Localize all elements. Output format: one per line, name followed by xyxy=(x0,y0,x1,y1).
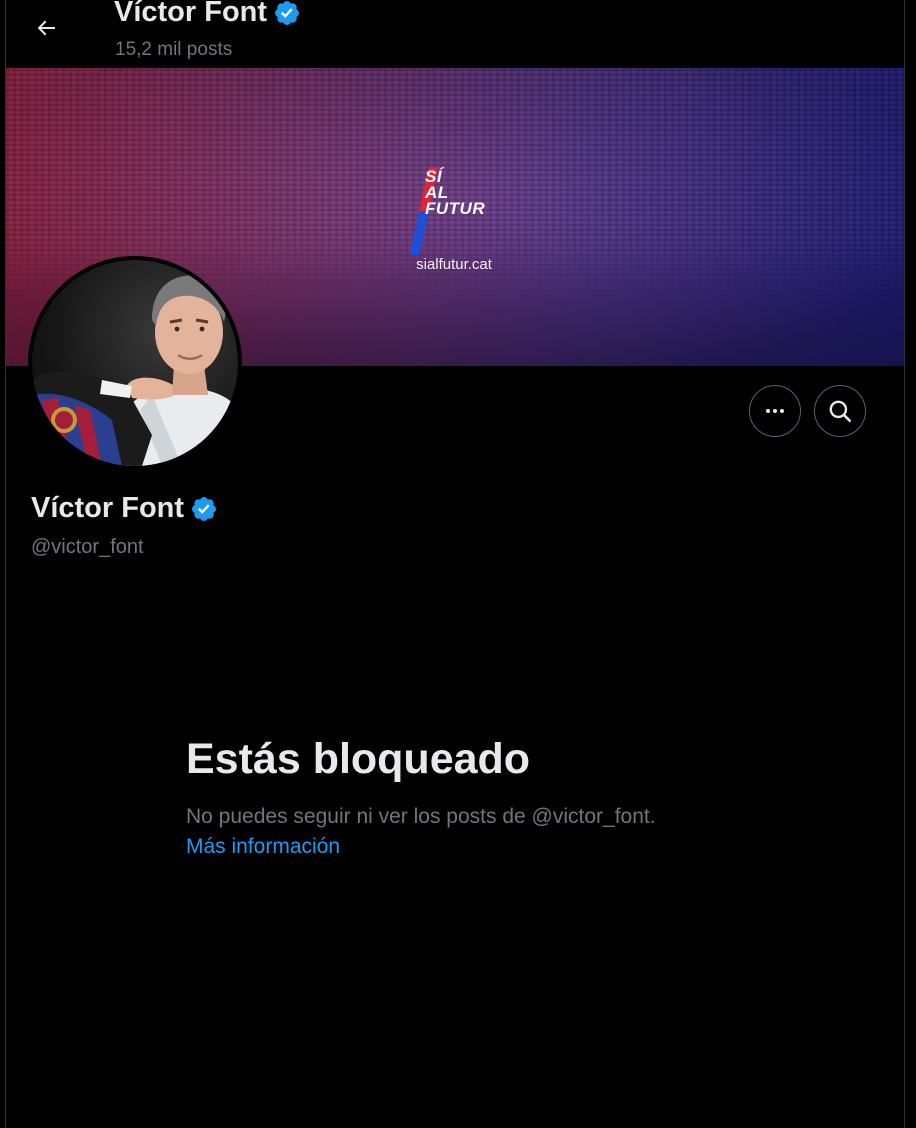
header-name-row: Víctor Font xyxy=(114,0,301,29)
profile-page: Víctor Font 15,2 mil posts SÍ AL FUTUR s… xyxy=(5,0,905,1128)
verified-badge-icon xyxy=(275,0,300,25)
header-name: Víctor Font xyxy=(114,0,268,28)
more-options-button[interactable] xyxy=(749,385,801,437)
profile-handle: @victor_font xyxy=(31,536,144,558)
search-profile-button[interactable] xyxy=(814,385,866,437)
logo-text: SÍ AL FUTUR xyxy=(425,167,486,218)
back-button[interactable] xyxy=(26,8,66,48)
search-icon xyxy=(829,400,852,423)
avatar-portrait-illustration xyxy=(32,275,238,466)
posts-count: 15,2 mil posts xyxy=(115,39,233,60)
more-info-link[interactable]: Más información xyxy=(186,835,340,859)
profile-name-row: Víctor Font xyxy=(31,492,218,525)
avatar[interactable] xyxy=(28,256,242,470)
blocked-title: Estás bloqueado xyxy=(186,735,531,783)
top-bar: Víctor Font 15,2 mil posts xyxy=(6,0,904,67)
more-horizontal-icon xyxy=(766,409,784,413)
profile-name: Víctor Font xyxy=(31,492,185,524)
blocked-description: No puedes seguir ni ver los posts de @vi… xyxy=(186,805,656,828)
verified-badge-icon xyxy=(192,496,217,521)
banner-url: sialfutur.cat xyxy=(416,256,492,273)
avatar-photo xyxy=(32,260,238,466)
campaign-logo: SÍ AL FUTUR xyxy=(409,165,501,255)
arrow-left-icon xyxy=(37,20,55,36)
